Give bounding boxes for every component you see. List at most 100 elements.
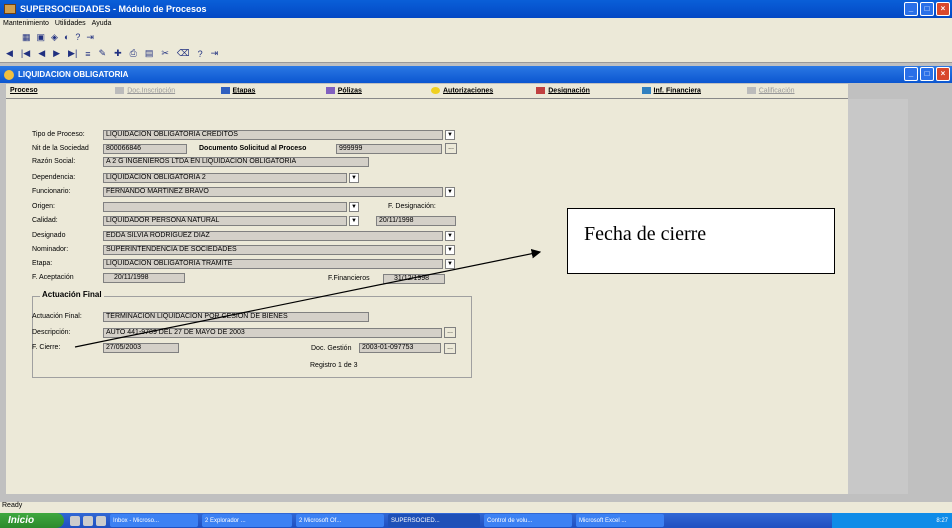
doc-gestion-field[interactable]: 2003-01-097753: [359, 343, 441, 353]
f-cierre-label: F. Cierre:: [32, 344, 61, 351]
tab-inf-financiera[interactable]: Inf. Financiera: [638, 84, 743, 98]
close-button[interactable]: ×: [936, 2, 950, 16]
child-minimize-button[interactable]: _: [904, 67, 918, 81]
f-financieros-field[interactable]: 31/12/1998: [383, 274, 445, 284]
maximize-button[interactable]: □: [920, 2, 934, 16]
doc-solicitud-lookup-button[interactable]: ...: [445, 143, 457, 154]
tipo-proceso-label: Tipo de Proceso:: [32, 131, 85, 138]
minimize-button[interactable]: _: [904, 2, 918, 16]
proceso-form: Tipo de Proceso: LIQUIDACIÓN OBLIGATORIA…: [6, 99, 848, 494]
cut-icon[interactable]: ✂: [161, 48, 169, 59]
clock[interactable]: 8:27: [936, 518, 948, 524]
app-titlebar: SUPERSOCIEDADES - Módulo de Procesos _ □…: [0, 0, 952, 18]
f-designacion-label: F. Designación:: [388, 203, 436, 210]
tab-designacion[interactable]: Designación: [532, 84, 637, 98]
print-icon[interactable]: ⎙: [130, 48, 137, 59]
ql-outlook-icon[interactable]: [96, 515, 106, 526]
origen-field[interactable]: [103, 202, 347, 212]
record-counter: Registro 1 de 3: [310, 362, 358, 369]
dependencia-field[interactable]: LIQUIDACION OBLIGATORIA 2: [103, 173, 347, 183]
actuacion-final-field[interactable]: TERMINACION LIQUIDACION POR CESION DE BI…: [103, 312, 369, 322]
next-record-icon[interactable]: ▶: [53, 48, 60, 59]
filter-icon[interactable]: ≡: [85, 49, 90, 59]
origen-label: Origen:: [32, 203, 55, 210]
grid-icon[interactable]: ▦: [22, 32, 31, 43]
globe-icon[interactable]: ◐: [64, 32, 69, 42]
dependencia-dropdown[interactable]: ▼: [349, 173, 359, 183]
add-record-icon[interactable]: ✚: [114, 48, 122, 59]
prev-record-icon[interactable]: ◀: [38, 48, 45, 59]
toolbar-nav: ◀ |◀ ◀ ▶ ▶| ≡ ✎ ✚ ⎙ ▤ ✂ ⌫ ? ⇥: [0, 45, 952, 63]
windows-taskbar: Inicio Inbox - Microso... 2 Explorador .…: [0, 513, 952, 528]
etapa-field[interactable]: LIQUIDACION OBLIGATORIA TRAMITE: [103, 259, 443, 269]
taskbar-item-excel[interactable]: Microsoft Excel ...: [576, 514, 664, 527]
doc-solicitud-field[interactable]: 999999: [336, 144, 442, 154]
app-title: SUPERSOCIEDADES - Módulo de Procesos: [20, 4, 207, 14]
dependencia-label: Dependencia:: [32, 174, 76, 181]
child-maximize-button[interactable]: □: [920, 67, 934, 81]
calidad-label: Calidad:: [32, 217, 58, 224]
back-icon[interactable]: ◀: [6, 48, 13, 59]
calidad-field[interactable]: LIQUIDADOR PERSONA NATURAL: [103, 216, 347, 226]
descripcion-lookup-button[interactable]: ...: [444, 327, 456, 338]
menu-ayuda[interactable]: Ayuda: [92, 20, 112, 27]
f-aceptacion-field[interactable]: 20/11/1998: [103, 273, 185, 283]
tab-calificacion[interactable]: Calificación: [743, 84, 848, 98]
tab-doc-inscripcion[interactable]: Doc.Inscripción: [111, 84, 216, 98]
exit-icon[interactable]: ⇥: [86, 32, 94, 43]
help2-icon[interactable]: ?: [198, 49, 203, 59]
start-button[interactable]: Inicio: [0, 513, 64, 528]
quick-launch: [70, 515, 106, 526]
f-designacion-field[interactable]: 20/11/1998: [376, 216, 456, 226]
etapa-dropdown[interactable]: ▼: [445, 259, 455, 269]
edit-icon[interactable]: ✎: [99, 48, 107, 59]
nominador-dropdown[interactable]: ▼: [445, 245, 455, 255]
exit2-icon[interactable]: ⇥: [211, 48, 219, 59]
child-window-icon: [4, 69, 14, 80]
tab-polizas[interactable]: Pólizas: [322, 84, 427, 98]
policy-icon: [325, 87, 335, 94]
descripcion-field[interactable]: AUTO 441-9789 DEL 27 DE MAYO DE 2003: [103, 328, 442, 338]
preview-icon[interactable]: ▤: [145, 48, 154, 59]
first-record-icon[interactable]: |◀: [21, 48, 30, 59]
nominador-label: Nominador:: [32, 246, 69, 253]
ql-ie-icon[interactable]: [70, 515, 80, 526]
nit-field[interactable]: 800066846: [103, 144, 187, 154]
tab-etapas[interactable]: Etapas: [217, 84, 322, 98]
razon-social-label: Razón Social:: [32, 158, 76, 165]
menu-utilidades[interactable]: Utilidades: [55, 20, 86, 27]
funcionario-field[interactable]: FERNANDO MARTINEZ BRAVO: [103, 187, 443, 197]
menu-mantenimiento[interactable]: Mantenimiento: [3, 20, 49, 27]
nominador-field[interactable]: SUPERINTENDENCIA DE SOCIEDADES: [103, 245, 443, 255]
help-icon[interactable]: ?: [75, 32, 80, 42]
f-cierre-field[interactable]: 27/05/2003: [103, 343, 179, 353]
tab-proceso[interactable]: Proceso: [6, 84, 111, 98]
designado-field[interactable]: EDDA SILVIA RODRIGUEZ DIAZ: [103, 231, 443, 241]
designado-dropdown[interactable]: ▼: [445, 231, 455, 241]
tab-autorizaciones[interactable]: Autorizaciones: [427, 84, 532, 98]
taskbar-item-supersociedades[interactable]: SUPERSOCIED...: [388, 514, 480, 527]
ql-desktop-icon[interactable]: [83, 515, 93, 526]
razon-social-field[interactable]: A 2 G INGENIEROS LTDA EN LIQUIDACION OBL…: [103, 157, 369, 167]
tipo-proceso-field[interactable]: LIQUIDACIÓN OBLIGATORIA CREDITOS: [103, 130, 443, 140]
erase-icon[interactable]: ⌫: [177, 48, 190, 59]
taskbar-item-office[interactable]: 2 Microsoft Of...: [296, 514, 384, 527]
app-icon: [4, 4, 16, 14]
table-icon[interactable]: ▣: [37, 32, 46, 43]
funcionario-dropdown[interactable]: ▼: [445, 187, 455, 197]
descripcion-label: Descripción:: [32, 329, 71, 336]
taskbar-item-volume[interactable]: Control de volu...: [484, 514, 572, 527]
last-record-icon[interactable]: ▶|: [68, 48, 77, 59]
doc-gestion-lookup-button[interactable]: ...: [444, 343, 456, 354]
tipo-proceso-dropdown[interactable]: ▼: [445, 130, 455, 140]
system-tray: 8:27: [832, 513, 952, 528]
f-financieros-label: F.Financieros: [328, 275, 370, 282]
taskbar-item-explorer[interactable]: 2 Explorador ...: [202, 514, 292, 527]
layers-icon[interactable]: ◈: [51, 32, 58, 43]
origen-dropdown[interactable]: ▼: [349, 202, 359, 212]
rating-icon: [746, 87, 756, 94]
calidad-dropdown[interactable]: ▼: [349, 216, 359, 226]
child-close-button[interactable]: ×: [936, 67, 950, 81]
taskbar-item-inbox[interactable]: Inbox - Microso...: [110, 514, 198, 527]
right-side-panel: [848, 99, 908, 494]
